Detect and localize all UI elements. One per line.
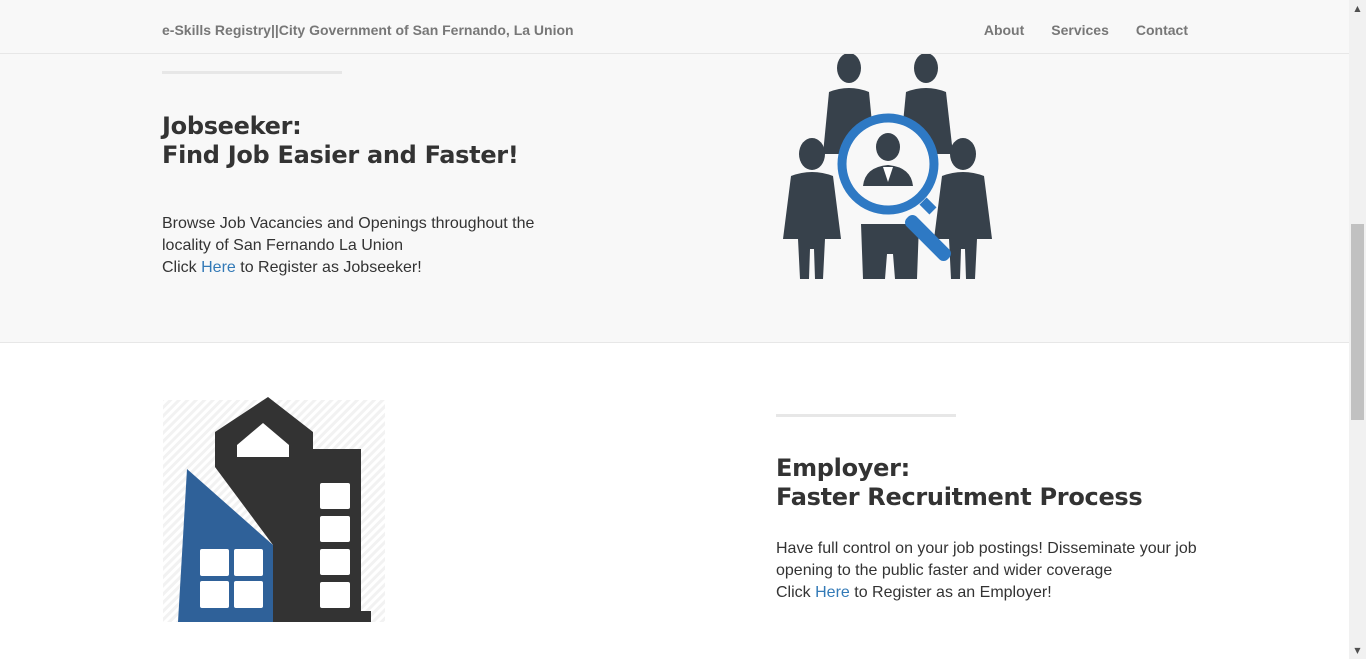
section-divider (776, 414, 956, 417)
scroll-up-icon[interactable]: ▲ (1349, 0, 1366, 17)
buildings-icon (163, 397, 385, 622)
click-prefix: Click (162, 259, 202, 276)
click-suffix: to Register as Jobseeker! (235, 259, 422, 276)
employer-heading-line2: Faster Recruitment Process (776, 483, 1143, 511)
employer-heading-line1: Employer: (776, 454, 910, 482)
section-divider (162, 71, 342, 74)
nav-links: About Services Contact (984, 22, 1188, 38)
jobseeker-heading: Jobseeker: Find Job Easier and Faster! (162, 112, 519, 170)
jobseeker-text-line2: locality of San Fernando La Union (162, 237, 404, 254)
employer-heading: Employer: Faster Recruitment Process (776, 454, 1143, 512)
jobseeker-text-line1: Browse Job Vacancies and Openings throug… (162, 215, 535, 232)
nav-contact[interactable]: Contact (1136, 22, 1188, 38)
top-navbar: e-Skills Registry||City Government of Sa… (0, 0, 1349, 54)
jobseeker-register-link[interactable]: Here (201, 259, 236, 276)
scroll-down-icon[interactable]: ▼ (1349, 642, 1366, 659)
nav-services[interactable]: Services (1051, 22, 1109, 38)
jobseeker-register-line: Click Here to Register as Jobseeker! (162, 257, 582, 279)
click-prefix: Click (776, 584, 816, 601)
nav-about[interactable]: About (984, 22, 1024, 38)
employer-section: Employer: Faster Recruitment Process Hav… (0, 343, 1349, 659)
brand-link[interactable]: e-Skills Registry||City Government of Sa… (162, 22, 574, 38)
employer-text-line2: opening to the public faster and wider c… (776, 562, 1113, 579)
employer-register-line: Click Here to Register as an Employer! (776, 582, 1216, 604)
jobseeker-heading-line1: Jobseeker: (162, 112, 302, 140)
employer-description: Have full control on your job postings! … (776, 538, 1216, 604)
click-suffix: to Register as an Employer! (849, 584, 1052, 601)
employer-text-line1: Have full control on your job postings! … (776, 540, 1197, 557)
employer-register-link[interactable]: Here (815, 584, 850, 601)
scrollbar-thumb[interactable] (1351, 224, 1364, 420)
people-search-icon (783, 54, 992, 279)
jobseeker-heading-line2: Find Job Easier and Faster! (162, 141, 519, 169)
jobseeker-description: Browse Job Vacancies and Openings throug… (162, 213, 582, 279)
page: Jobseeker: Find Job Easier and Faster! B… (0, 0, 1349, 659)
vertical-scrollbar[interactable]: ▲ ▼ (1349, 0, 1366, 659)
